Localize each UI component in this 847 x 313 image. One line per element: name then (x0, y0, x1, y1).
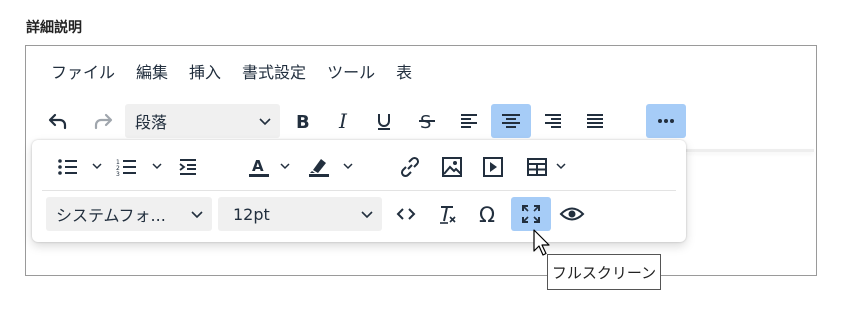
numbered-list-button[interactable]: 123 (110, 150, 170, 184)
svg-text:3: 3 (116, 171, 120, 178)
chevron-down-icon (259, 118, 271, 126)
media-button[interactable] (475, 150, 511, 184)
highlight-icon (309, 159, 353, 177)
undo-icon (48, 113, 67, 130)
block-format-value: 段落 (135, 113, 168, 132)
menu-edit[interactable]: 編集 (136, 61, 168, 85)
link-icon (400, 156, 420, 178)
redo-icon (94, 113, 113, 130)
align-left-icon (461, 114, 477, 128)
menu-tools[interactable]: ツール (327, 61, 375, 85)
chevron-down-icon (191, 211, 203, 219)
text-color-button[interactable]: A (240, 150, 300, 184)
highlight-button[interactable] (303, 150, 363, 184)
omega-icon: Ω (479, 203, 495, 225)
strikethrough-icon: S (419, 112, 435, 132)
align-right-button[interactable] (535, 104, 571, 138)
align-right-icon (545, 114, 561, 128)
image-button[interactable] (434, 150, 470, 184)
text-color-icon: A (249, 157, 290, 177)
code-button[interactable] (388, 197, 424, 231)
toolbar-divider (686, 149, 814, 152)
justify-icon (587, 114, 603, 128)
table-icon (527, 158, 566, 176)
font-family-value: システムフォ... (56, 206, 166, 225)
justify-button[interactable] (577, 104, 613, 138)
chevron-down-icon (361, 211, 373, 219)
block-format-select[interactable]: 段落 (125, 104, 280, 138)
image-icon (442, 157, 462, 177)
menu-format[interactable]: 書式設定 (242, 61, 306, 85)
menu-table[interactable]: 表 (396, 61, 412, 85)
italic-icon: I (338, 110, 348, 132)
media-icon (483, 157, 503, 177)
numbered-list-icon: 123 (116, 159, 162, 178)
menu-insert[interactable]: 挿入 (189, 61, 221, 85)
strikethrough-button[interactable]: S (409, 104, 445, 138)
underline-button[interactable] (366, 104, 402, 138)
clear-format-icon (440, 206, 456, 224)
font-size-value: 12pt (233, 204, 270, 224)
field-label: 詳細説明 (26, 20, 82, 36)
align-center-button[interactable] (491, 104, 531, 138)
fullscreen-icon (522, 205, 540, 223)
bullet-list-icon (58, 159, 102, 175)
redo-button[interactable] (85, 104, 121, 138)
align-left-button[interactable] (451, 104, 487, 138)
underline-icon (378, 114, 390, 130)
link-button[interactable] (392, 150, 428, 184)
bold-button[interactable]: B (285, 104, 321, 138)
fullscreen-button[interactable] (511, 197, 551, 231)
more-icon (658, 119, 674, 123)
clear-format-button[interactable] (429, 197, 465, 231)
table-button[interactable] (524, 150, 576, 184)
special-char-button[interactable]: Ω (470, 197, 506, 231)
align-center-icon (502, 114, 520, 128)
bold-icon: B (296, 112, 310, 132)
font-size-select[interactable]: 12pt (218, 197, 382, 231)
font-family-select[interactable]: システムフォ... (46, 197, 212, 231)
preview-button[interactable] (554, 197, 590, 231)
row-divider (42, 190, 676, 191)
more-button[interactable] (646, 104, 686, 138)
menubar: ファイル 編集 挿入 書式設定 ツール 表 (51, 61, 433, 85)
tooltip: フルスクリーン (547, 254, 661, 290)
italic-button[interactable]: I (326, 104, 362, 138)
svg-text:A: A (252, 157, 264, 175)
code-icon (396, 208, 416, 220)
svg-text:Ω: Ω (479, 203, 495, 225)
outdent-button[interactable] (170, 150, 206, 184)
undo-button[interactable] (40, 104, 76, 138)
bullet-list-button[interactable] (48, 150, 110, 184)
menu-file[interactable]: ファイル (51, 61, 115, 85)
svg-text:I: I (338, 110, 348, 132)
outdent-icon (179, 159, 196, 175)
preview-icon (559, 207, 585, 221)
svg-text:B: B (296, 112, 310, 132)
